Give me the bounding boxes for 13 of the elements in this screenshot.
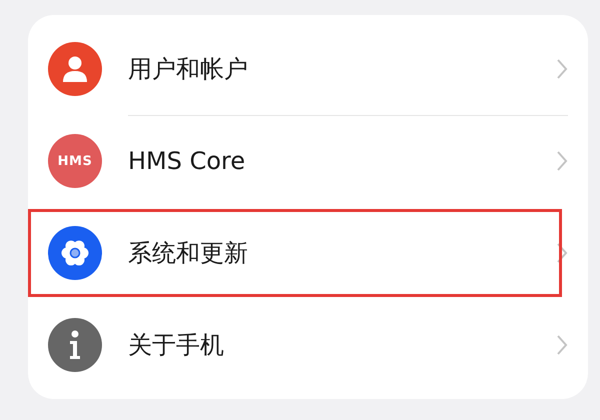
item-label: 系统和更新 xyxy=(128,238,249,269)
chevron-icon xyxy=(556,242,568,264)
settings-item[interactable]: HMS HMS Core xyxy=(28,115,588,207)
hms-icon: HMS xyxy=(48,134,102,188)
chevron-icon xyxy=(556,334,568,356)
chevron-icon xyxy=(556,150,568,172)
item-label: 关于手机 xyxy=(128,330,225,361)
settings-item[interactable]: 关于手机 xyxy=(28,299,588,391)
settings-item[interactable]: 系统和更新 xyxy=(28,207,588,299)
item-label: 用户和帐户 xyxy=(128,54,249,85)
item-label: HMS Core xyxy=(128,147,246,175)
chevron-icon xyxy=(556,58,568,80)
settings-item[interactable]: 用户和帐户 xyxy=(28,23,588,115)
